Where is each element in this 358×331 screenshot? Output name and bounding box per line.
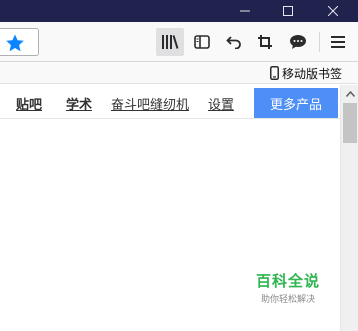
scroll-thumb[interactable] xyxy=(343,103,357,143)
mobile-bookmarks[interactable]: 移动版书签 xyxy=(270,65,342,81)
menu-icon xyxy=(331,36,345,48)
mobile-phone-icon xyxy=(270,66,279,80)
toolbar-divider xyxy=(319,32,320,52)
maximize-button[interactable] xyxy=(268,0,308,22)
screenshot-button[interactable] xyxy=(251,28,279,56)
star-icon[interactable] xyxy=(5,33,25,53)
minimize-icon xyxy=(240,10,250,12)
site-nav: 贴吧 学术 奋斗吧缝纫机 设置 更多产品 xyxy=(0,85,340,119)
minimize-button[interactable] xyxy=(225,0,265,22)
window-titlebar xyxy=(0,0,358,22)
nav-link-xueshu[interactable]: 学术 xyxy=(66,94,92,113)
watermark-subtitle: 助你轻松解决 xyxy=(260,295,315,305)
crop-icon xyxy=(258,35,272,49)
chevron-up-icon xyxy=(345,91,355,97)
library-icon xyxy=(162,35,179,49)
page-scrollbar[interactable] xyxy=(340,85,358,331)
scroll-up-button[interactable] xyxy=(341,85,358,103)
url-bar[interactable] xyxy=(0,28,39,56)
more-products-button[interactable]: 更多产品 xyxy=(254,88,338,118)
undo-button[interactable] xyxy=(220,28,248,56)
close-button[interactable] xyxy=(313,0,353,22)
mobile-bookmarks-label: 移动版书签 xyxy=(282,66,343,81)
watermark: 百科全说 助你轻松解决 xyxy=(250,270,326,305)
sidebar-icon xyxy=(194,35,210,49)
sidebar-button[interactable] xyxy=(188,28,216,56)
nav-link-settings[interactable]: 设置 xyxy=(208,94,234,113)
menu-button[interactable] xyxy=(324,28,352,56)
bookmarks-toolbar: 移动版书签 xyxy=(0,62,358,84)
nav-link-sewing-machine[interactable]: 奋斗吧缝纫机 xyxy=(111,94,189,113)
navigation-toolbar xyxy=(0,22,358,62)
library-button[interactable] xyxy=(156,28,184,56)
back-icon xyxy=(226,36,241,49)
chat-button[interactable] xyxy=(284,28,312,56)
chat-icon xyxy=(290,35,306,49)
close-icon xyxy=(328,6,338,16)
watermark-title: 百科全说 xyxy=(255,272,320,290)
nav-link-tieba[interactable]: 贴吧 xyxy=(16,94,42,113)
maximize-icon xyxy=(283,6,293,16)
